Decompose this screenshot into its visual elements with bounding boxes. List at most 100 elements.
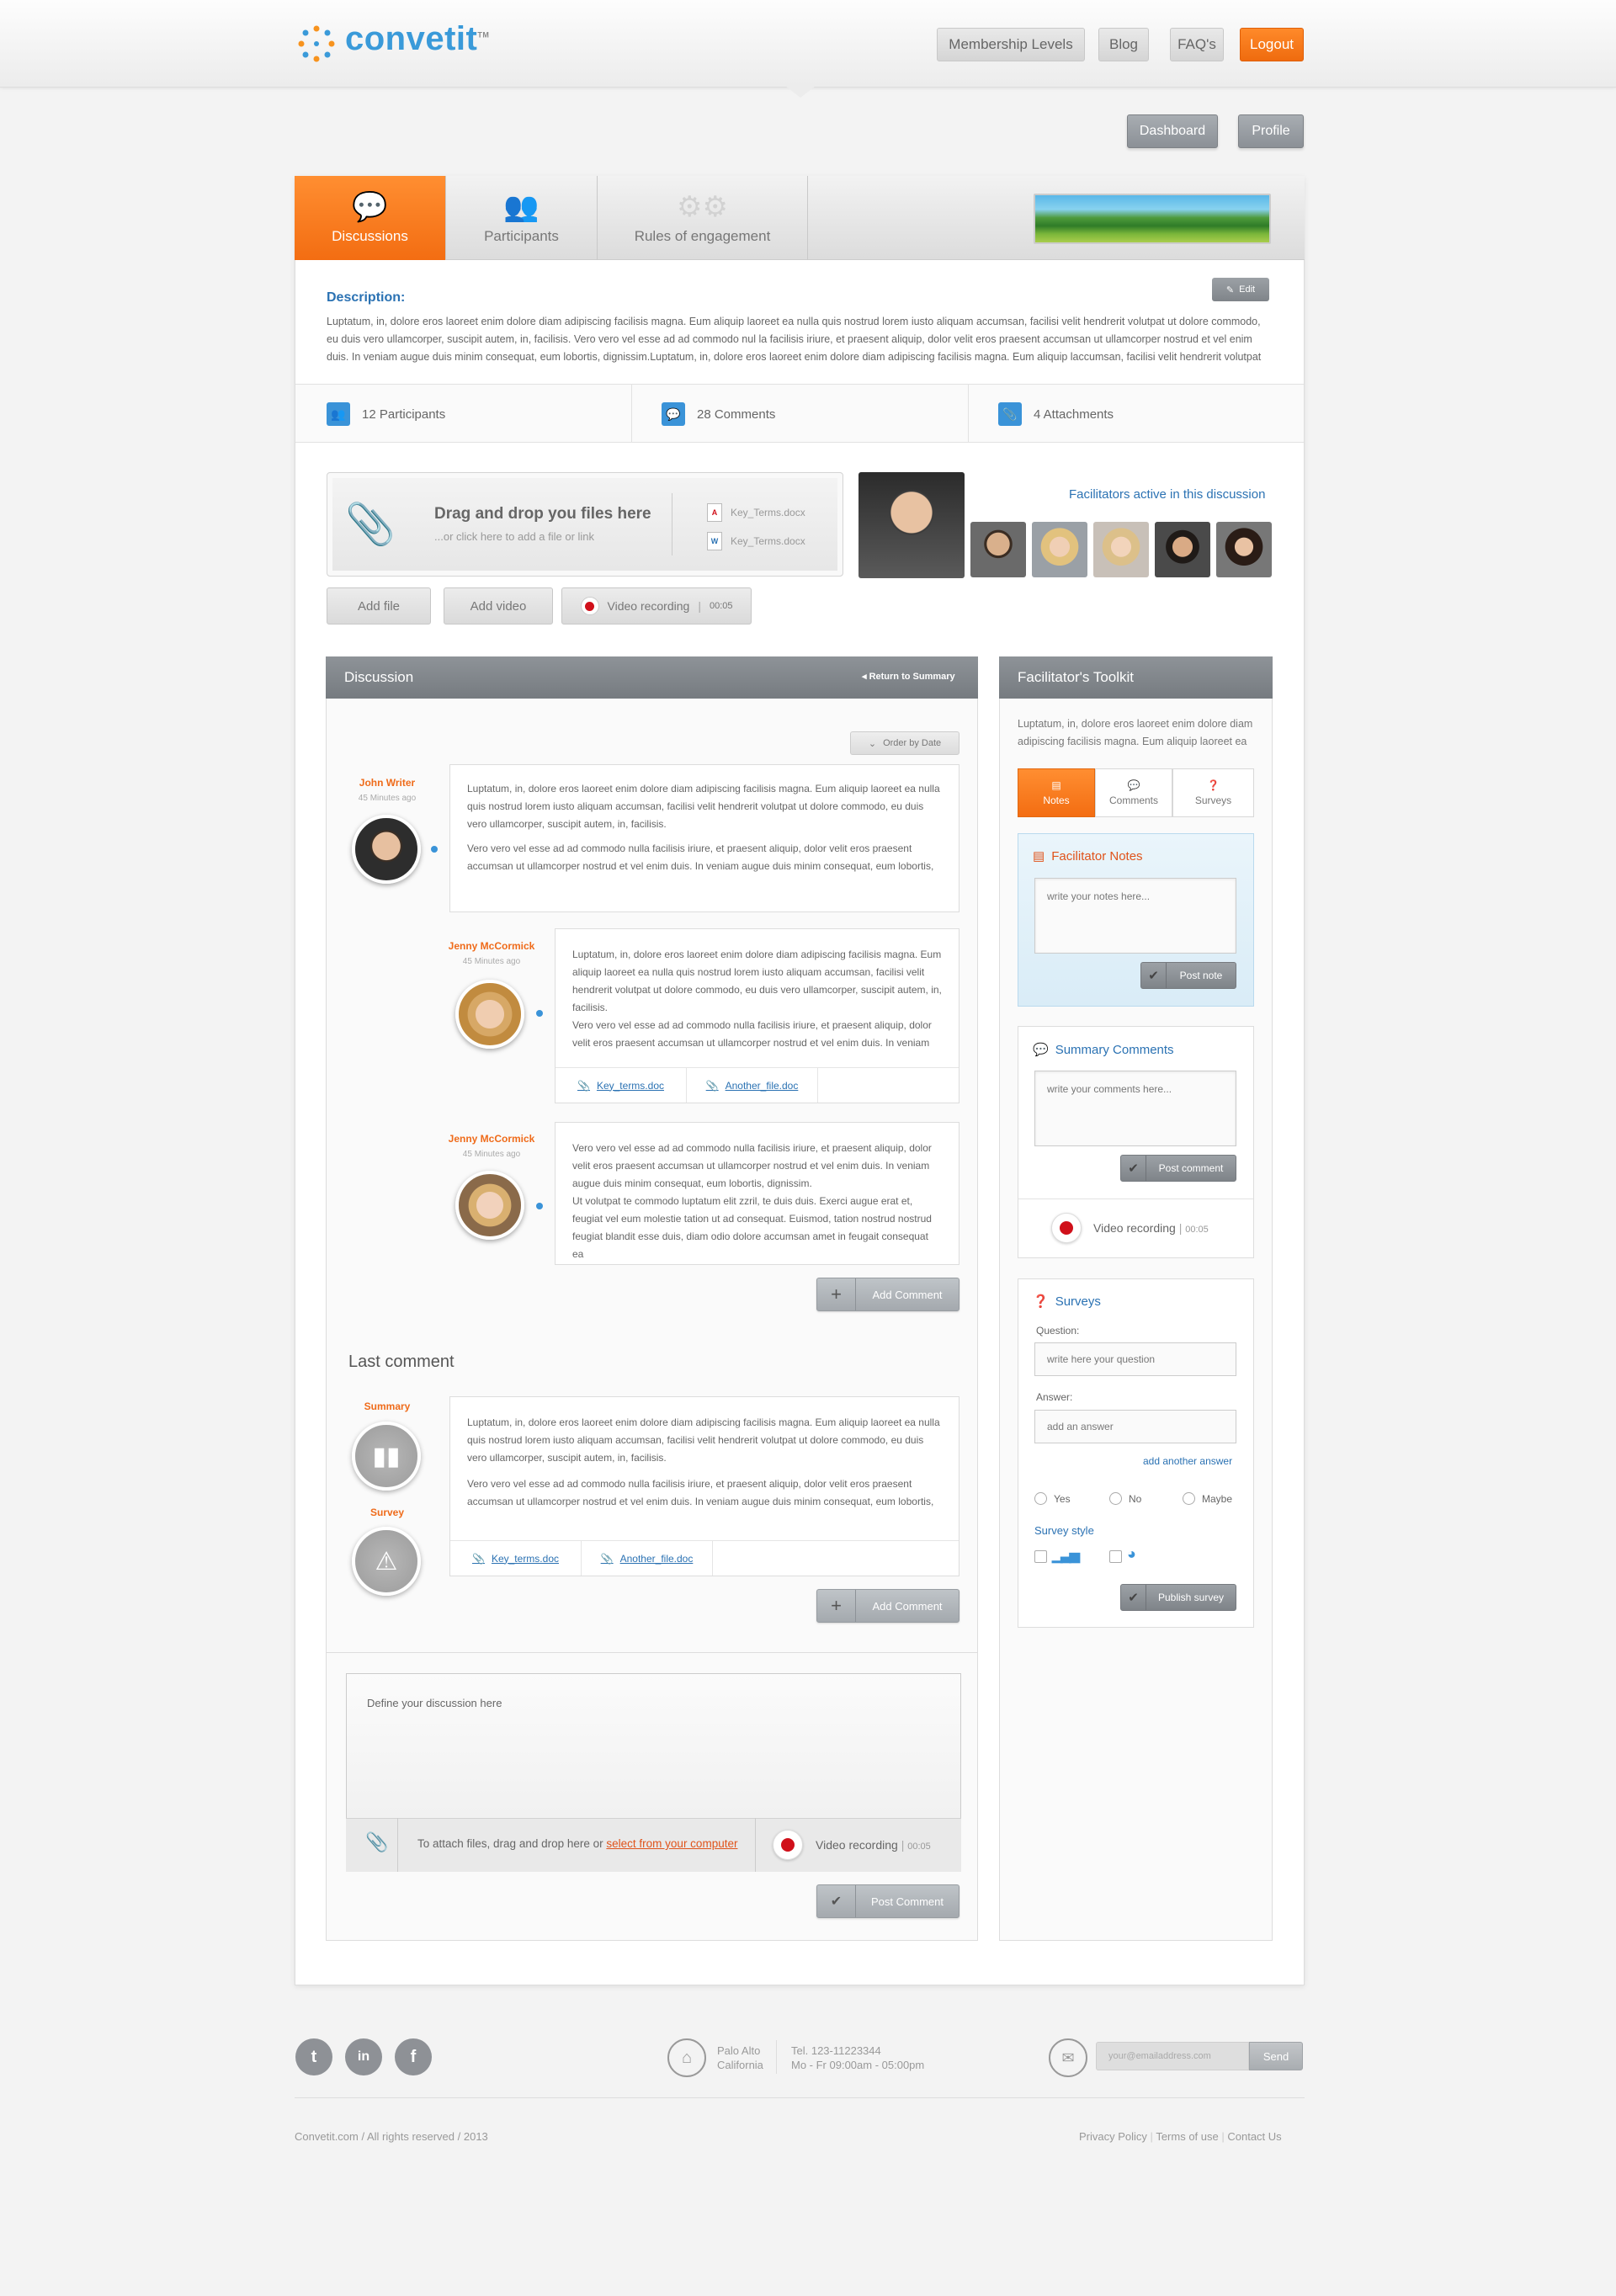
file-dropzone[interactable] (327, 472, 843, 577)
add-file-button[interactable]: Add file (327, 587, 431, 624)
nav-membership-levels[interactable]: Membership Levels (937, 28, 1085, 61)
facilitator-avatar[interactable] (1032, 522, 1087, 577)
order-by-date-button[interactable]: ⌄ Order by Date (850, 731, 960, 755)
tab-rules-of-engagement[interactable]: ⚙⚙ Rules of engagement (598, 176, 808, 260)
stat-label: 4 Attachments (1034, 407, 1114, 422)
summary-label: Summary (364, 1400, 411, 1412)
question-label: Question: (1036, 1325, 1080, 1337)
record-button[interactable] (773, 1830, 803, 1860)
tab-surveys[interactable]: ❓ Surveys (1172, 768, 1254, 817)
edit-button[interactable]: ✎ Edit (1212, 278, 1269, 301)
dropzone-title: Drag and drop you files here (434, 505, 651, 523)
twitter-icon[interactable]: t (295, 2038, 332, 2075)
add-video-button[interactable]: Add video (444, 587, 553, 624)
post-note-button[interactable]: ✔ Post note (1140, 962, 1236, 989)
send-button[interactable]: Send (1249, 2042, 1303, 2070)
add-another-answer-link[interactable]: add another answer (1143, 1455, 1232, 1467)
radio-yes[interactable] (1034, 1492, 1047, 1505)
tab-participants[interactable]: 👥 Participants (446, 176, 598, 260)
style-bar-checkbox[interactable] (1034, 1550, 1047, 1563)
stat-attachments[interactable]: 📎 4 Attachments (998, 402, 1114, 426)
footer-divider (295, 2097, 1305, 2098)
summary-textarea[interactable]: write your comments here... (1034, 1071, 1236, 1146)
add-comment-label: Add Comment (872, 1288, 943, 1301)
facilitator-avatar[interactable] (1093, 522, 1149, 577)
survey-button[interactable]: ⚠ (352, 1527, 421, 1596)
attachment-name: Key_terms.doc (596, 1079, 664, 1092)
question-input[interactable]: write here your question (1034, 1342, 1236, 1376)
attachment-link[interactable]: 📎 Key_terms.doc (450, 1541, 582, 1576)
attachment-link[interactable]: 📎 Another_file.doc (687, 1068, 818, 1103)
newsletter-email-input[interactable]: your@emailaddress.com (1096, 2042, 1249, 2070)
facilitator-avatar[interactable] (1216, 522, 1272, 577)
style-pie-checkbox[interactable] (1109, 1550, 1122, 1563)
dashboard-button[interactable]: Dashboard (1127, 114, 1218, 148)
tab-label: Comments (1108, 795, 1158, 806)
logo-text[interactable]: convetitTM (345, 20, 489, 58)
facilitator-avatar[interactable] (1155, 522, 1210, 577)
tab-discussions[interactable]: 💬 Discussions (295, 176, 446, 260)
stat-participants[interactable]: 👥 12 Participants (327, 402, 445, 426)
paperclip-icon: 📎 (998, 402, 1022, 426)
radio-maybe[interactable] (1183, 1492, 1195, 1505)
file-name: Key_Terms.docx (731, 507, 805, 518)
logout-button[interactable]: Logout (1240, 28, 1304, 61)
avatar[interactable] (455, 980, 524, 1049)
post-comment-button[interactable]: ✔ Post Comment (816, 1884, 960, 1918)
facilitators-label: Facilitators active in this discussion (1069, 487, 1266, 502)
surveys-title-label: Surveys (1055, 1294, 1101, 1309)
facebook-icon[interactable]: f (395, 2038, 432, 2075)
tab-notes[interactable]: ▤ Notes (1018, 768, 1095, 817)
comment-author[interactable]: John Writer (337, 777, 438, 789)
publish-survey-button[interactable]: ✔ Publish survey (1120, 1584, 1236, 1611)
terms-of-use-link[interactable]: Terms of use (1156, 2130, 1218, 2143)
return-to-summary-link[interactable]: ◂ Return to Summary (862, 671, 955, 682)
plus-icon: + (817, 1278, 856, 1310)
notes-textarea[interactable]: write your notes here... (1034, 878, 1236, 954)
attachment-link[interactable]: 📎 Key_terms.doc (556, 1068, 687, 1103)
facilitator-avatar-main[interactable] (858, 472, 965, 578)
toolkit-intro: Luptatum, in, dolore eros laoreet enim d… (1018, 718, 1253, 747)
avatar[interactable] (352, 815, 421, 884)
contact-us-link[interactable]: Contact Us (1227, 2130, 1281, 2143)
nav-faqs[interactable]: FAQ's (1170, 28, 1224, 61)
contact-info: Tel. 123-11223344 Mo - Fr 09:00am - 05:00… (791, 2044, 924, 2072)
privacy-policy-link[interactable]: Privacy Policy (1079, 2130, 1147, 2143)
tab-comments[interactable]: 💬 Comments (1095, 768, 1172, 817)
top-bar-notch (785, 86, 816, 98)
attachment-name: Another_file.doc (619, 1552, 694, 1565)
dropzone-subtitle[interactable]: ...or click here to add a file or link (434, 530, 594, 543)
select-from-computer-link[interactable]: select from your computer (606, 1837, 737, 1850)
comment-author[interactable]: Jenny McCormick (441, 940, 542, 952)
uploaded-file[interactable]: A Key_Terms.docx (707, 503, 805, 522)
record-button[interactable] (1051, 1213, 1082, 1243)
nav-blog[interactable]: Blog (1098, 28, 1149, 61)
comment-text: Vero vero vel esse ad ad commodo nulla f… (572, 1019, 932, 1049)
return-label: Return to Summary (869, 672, 955, 682)
post-summary-comment-button[interactable]: ✔ Post comment (1120, 1155, 1236, 1182)
top-bar (0, 0, 1616, 88)
radio-no[interactable] (1109, 1492, 1122, 1505)
comment-author[interactable]: Jenny McCormick (441, 1133, 542, 1145)
comment-text: Vero vero vel esse ad ad commodo nulla f… (467, 842, 934, 872)
copyright: Convetit.com / All rights reserved / 201… (295, 2130, 488, 2143)
tab-label: Notes (1043, 795, 1070, 806)
stat-label: 12 Participants (362, 407, 446, 422)
video-recording-button[interactable]: Video recording | 00:05 (561, 587, 752, 624)
toolkit-title: Facilitator's Toolkit (1018, 669, 1135, 685)
facilitator-avatar[interactable] (970, 522, 1026, 577)
notes-title-label: Facilitator Notes (1051, 848, 1143, 864)
add-comment-button[interactable]: + Add Comment (816, 1278, 960, 1311)
footer-links: Privacy Policy | Terms of use | Contact … (1079, 2129, 1282, 2144)
publish-label: Publish survey (1157, 1592, 1225, 1603)
stat-comments[interactable]: 💬 28 Comments (662, 402, 775, 426)
avatar[interactable] (455, 1171, 524, 1240)
profile-button[interactable]: Profile (1238, 114, 1304, 148)
answer-input[interactable]: add an answer (1034, 1410, 1236, 1443)
add-comment-button[interactable]: + Add Comment (816, 1589, 960, 1623)
summary-chart-button[interactable]: ▮▮ (352, 1422, 421, 1491)
uploaded-file[interactable]: W Key_Terms.docx (707, 532, 805, 550)
attachment-link[interactable]: 📎 Another_file.doc (582, 1541, 713, 1576)
linkedin-icon[interactable]: in (345, 2038, 382, 2075)
banner-image (1034, 194, 1271, 244)
